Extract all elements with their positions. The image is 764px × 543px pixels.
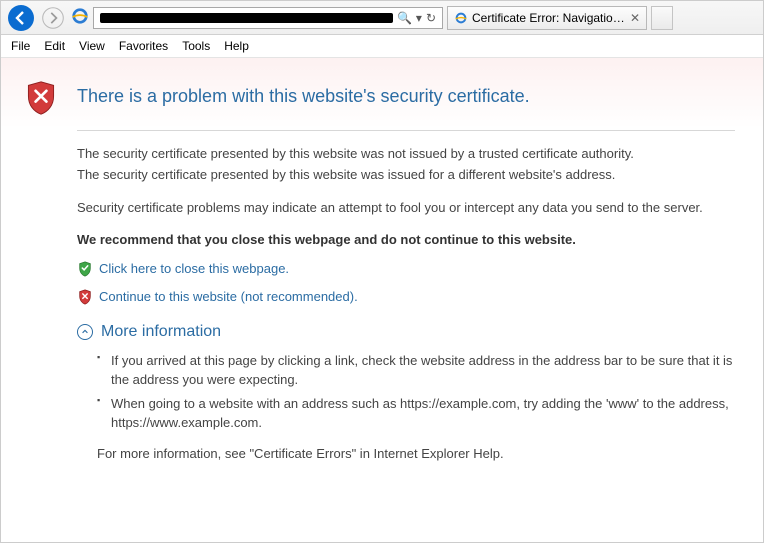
shield-x-small-icon [77, 289, 93, 305]
cert-error-line-1: The security certificate presented by th… [77, 145, 735, 164]
chevron-up-icon [77, 324, 93, 340]
forward-button[interactable] [39, 4, 67, 32]
ie-logo-icon [71, 7, 89, 28]
divider [77, 130, 735, 131]
menu-bar: File Edit View Favorites Tools Help [1, 35, 763, 58]
new-tab-button[interactable] [651, 6, 673, 30]
dropdown-icon[interactable]: ▾ [416, 11, 422, 25]
more-information-toggle[interactable]: More information [77, 323, 735, 341]
back-arrow-icon [7, 4, 35, 32]
bullet-item: If you arrived at this page by clicking … [97, 351, 735, 390]
more-info-bullets: If you arrived at this page by clicking … [77, 351, 735, 433]
more-information-label: More information [101, 323, 221, 341]
search-icon[interactable]: 🔍 [397, 11, 412, 25]
continue-website-link[interactable]: Continue to this website (not recommende… [77, 289, 735, 305]
tab-close-icon[interactable]: ✕ [630, 11, 640, 25]
browser-nav-bar: 🔍 ▾ ↻ Certificate Error: Navigation... ✕ [1, 1, 763, 35]
page-content: There is a problem with this website's s… [1, 58, 763, 540]
menu-view[interactable]: View [79, 39, 105, 53]
menu-favorites[interactable]: Favorites [119, 39, 168, 53]
forward-arrow-icon [41, 6, 65, 30]
help-reference-text: For more information, see "Certificate E… [97, 446, 735, 461]
menu-edit[interactable]: Edit [44, 39, 65, 53]
back-button[interactable] [7, 4, 35, 32]
shield-error-icon [23, 80, 59, 116]
menu-help[interactable]: Help [224, 39, 249, 53]
ie-page-icon [454, 11, 468, 25]
recommend-text: We recommend that you close this webpage… [77, 232, 735, 247]
address-bar-controls: 🔍 ▾ ↻ [397, 11, 440, 25]
close-webpage-link[interactable]: Click here to close this webpage. [77, 261, 735, 277]
menu-file[interactable]: File [11, 39, 30, 53]
url-text [100, 13, 393, 23]
refresh-icon[interactable]: ↻ [426, 11, 436, 25]
shield-check-icon [77, 261, 93, 277]
tab-title: Certificate Error: Navigation... [472, 11, 626, 25]
menu-tools[interactable]: Tools [182, 39, 210, 53]
page-title: There is a problem with this website's s… [77, 86, 530, 107]
browser-tab[interactable]: Certificate Error: Navigation... ✕ [447, 6, 647, 30]
bullet-item: When going to a website with an address … [97, 394, 735, 433]
continue-website-label: Continue to this website (not recommende… [99, 289, 358, 304]
cert-warning-text: Security certificate problems may indica… [77, 199, 735, 218]
address-bar[interactable]: 🔍 ▾ ↻ [93, 7, 443, 29]
close-webpage-label: Click here to close this webpage. [99, 261, 289, 276]
cert-error-line-2: The security certificate presented by th… [77, 166, 735, 185]
